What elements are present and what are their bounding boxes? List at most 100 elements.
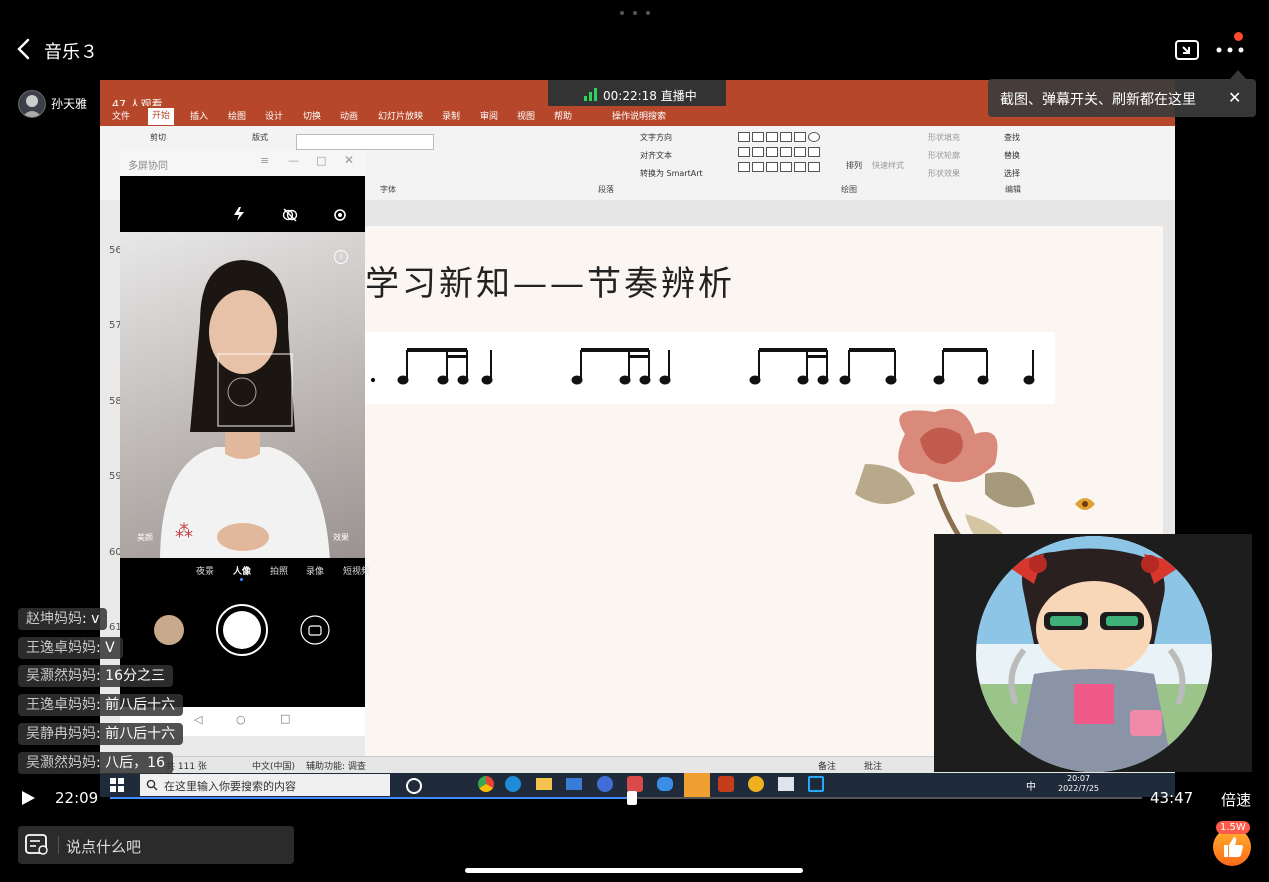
maximize-icon[interactable]: □ bbox=[316, 154, 326, 167]
smartart-button[interactable]: 转换为 SmartArt bbox=[640, 168, 703, 179]
shutter-button[interactable] bbox=[216, 604, 268, 656]
menu-icon[interactable]: ≡ bbox=[260, 154, 269, 167]
shape-fill-button[interactable]: 形状填充 bbox=[928, 132, 960, 143]
chat-text: 八后，16 bbox=[105, 755, 165, 771]
editing-group-label: 编辑 bbox=[1005, 185, 1021, 194]
monitor-app-icon[interactable] bbox=[778, 777, 794, 791]
browser-icon[interactable] bbox=[597, 776, 613, 792]
screen-cast-icon[interactable] bbox=[1174, 38, 1200, 62]
settings-gear-icon[interactable] bbox=[332, 207, 348, 223]
notification-dot bbox=[1234, 32, 1243, 41]
mail-icon[interactable] bbox=[566, 778, 582, 790]
tab-view[interactable]: 视图 bbox=[517, 109, 535, 122]
home-indicator[interactable] bbox=[465, 868, 803, 873]
chat-text: v bbox=[91, 611, 100, 627]
tab-slideshow[interactable]: 幻灯片放映 bbox=[378, 109, 423, 122]
tab-animations[interactable]: 动画 bbox=[340, 109, 358, 122]
multi-screen-icon[interactable] bbox=[808, 776, 824, 792]
cortana-icon[interactable] bbox=[406, 778, 422, 794]
hint-tooltip: 截图、弹幕开关、刷新都在这里 ✕ bbox=[988, 79, 1256, 117]
tab-home[interactable]: 开始 bbox=[148, 108, 175, 125]
chat-message: 王逸卓妈妈: V bbox=[18, 637, 123, 659]
play-icon[interactable] bbox=[20, 790, 36, 806]
mode-video[interactable]: 录像 bbox=[306, 564, 324, 577]
shape-outline-button[interactable]: 形状轮廓 bbox=[928, 150, 960, 161]
divider bbox=[58, 836, 59, 854]
close-icon[interactable]: ✕ bbox=[1228, 88, 1244, 107]
mode-portrait[interactable]: 人像 bbox=[233, 564, 251, 577]
shape-gallery[interactable] bbox=[738, 132, 838, 176]
select-button[interactable]: 选择 bbox=[1004, 168, 1020, 179]
cloud-app-icon[interactable] bbox=[657, 777, 673, 791]
tab-search[interactable]: 操作说明搜索 bbox=[612, 109, 666, 122]
playback-speed-button[interactable]: 倍速 bbox=[1221, 789, 1251, 810]
taskbar-search-box[interactable]: 在这里输入你要搜索的内容 bbox=[140, 774, 390, 796]
more-options-icon[interactable] bbox=[1214, 40, 1246, 60]
tab-help[interactable]: 帮助 bbox=[554, 109, 572, 122]
language-status[interactable]: 中文(中国) bbox=[252, 759, 295, 772]
app-icon[interactable] bbox=[627, 776, 643, 792]
align-text-button[interactable]: 对齐文本 bbox=[640, 150, 672, 161]
taskbar-date: 2022/7/25 bbox=[1058, 784, 1100, 793]
chat-text: V bbox=[105, 640, 115, 656]
tab-draw[interactable]: 绘图 bbox=[228, 109, 246, 122]
danmaku-settings-icon[interactable] bbox=[25, 834, 49, 856]
replace-button[interactable]: 替换 bbox=[1004, 150, 1020, 161]
tab-insert[interactable]: 插入 bbox=[190, 109, 208, 122]
tab-design[interactable]: 设计 bbox=[265, 109, 283, 122]
mode-night[interactable]: 夜景 bbox=[196, 564, 214, 577]
phone-window-titlebar[interactable]: 多屏协同 ≡ — □ ✕ bbox=[120, 150, 365, 176]
progress-handle[interactable] bbox=[627, 791, 638, 805]
shape-effects-button[interactable]: 形状效果 bbox=[928, 168, 960, 179]
switch-camera-icon[interactable] bbox=[300, 615, 330, 645]
cut-button[interactable]: 剪切 bbox=[150, 132, 166, 143]
text-direction-button[interactable]: 文字方向 bbox=[640, 132, 672, 143]
person-portrait-graphic: ⁂ bbox=[160, 260, 330, 558]
tab-transitions[interactable]: 切换 bbox=[303, 109, 321, 122]
chat-app-icon[interactable] bbox=[748, 776, 764, 792]
layout-button[interactable]: 版式 bbox=[252, 132, 268, 143]
mode-photo[interactable]: 拍照 bbox=[270, 564, 288, 577]
back-arrow-icon[interactable] bbox=[14, 38, 34, 60]
info-icon[interactable]: i bbox=[334, 250, 348, 264]
comment-input[interactable]: 说点什么吧 bbox=[18, 826, 294, 864]
filter-off-icon[interactable] bbox=[282, 207, 298, 223]
notes-button[interactable]: 备注 bbox=[818, 759, 836, 772]
chat-author: 王逸卓妈妈 bbox=[26, 640, 96, 656]
windows-start-icon[interactable] bbox=[110, 778, 124, 792]
mode-indicator bbox=[240, 578, 243, 581]
accessibility-status[interactable]: 辅助功能: 调查 bbox=[306, 759, 366, 772]
chrome-icon[interactable] bbox=[478, 776, 494, 792]
tab-record[interactable]: 录制 bbox=[442, 109, 460, 122]
tab-file[interactable]: 文件 bbox=[112, 109, 130, 122]
arrange-button[interactable]: 排列 bbox=[846, 160, 862, 171]
beauty-button[interactable]: 美颜 bbox=[137, 532, 153, 543]
nav-recent-icon[interactable]: □ bbox=[280, 712, 290, 725]
guest-video-tile[interactable] bbox=[934, 534, 1252, 772]
flash-icon[interactable] bbox=[232, 206, 248, 222]
comments-button[interactable]: 批注 bbox=[864, 759, 882, 772]
taskbar-clock[interactable]: 20:07 2022/7/25 bbox=[1058, 774, 1099, 794]
progress-bar[interactable] bbox=[110, 791, 1142, 805]
nav-back-icon[interactable]: ◁ bbox=[194, 713, 202, 726]
effect-button[interactable]: 效果 bbox=[333, 532, 349, 543]
nav-home-icon[interactable]: ○ bbox=[236, 713, 246, 726]
powerpoint-icon[interactable] bbox=[718, 776, 734, 792]
ime-indicator[interactable]: 中 bbox=[1026, 778, 1036, 793]
host-avatar[interactable] bbox=[18, 90, 46, 118]
font-name-select[interactable] bbox=[296, 134, 434, 150]
phone-collaboration-window[interactable]: 多屏协同 ≡ — □ ✕ ⁂ i 美颜 效果 夜景 人像 拍照 录像 短视频 ◁… bbox=[120, 150, 370, 736]
edge-icon[interactable] bbox=[505, 776, 521, 792]
quick-styles-button[interactable]: 快速样式 bbox=[872, 160, 904, 171]
gallery-thumbnail[interactable] bbox=[154, 615, 184, 645]
camera-mode-selector: 夜景 人像 拍照 录像 短视频 bbox=[120, 564, 370, 581]
chat-author: 吴灏然妈妈 bbox=[26, 668, 96, 684]
mode-short-video[interactable]: 短视频 bbox=[343, 564, 370, 577]
active-app-icon[interactable] bbox=[684, 773, 710, 797]
camera-preview[interactable]: ⁂ i 美颜 效果 bbox=[120, 232, 365, 558]
tab-review[interactable]: 审阅 bbox=[480, 109, 498, 122]
close-icon[interactable]: ✕ bbox=[344, 153, 354, 167]
file-explorer-icon[interactable] bbox=[536, 778, 552, 790]
find-button[interactable]: 查找 bbox=[1004, 132, 1020, 143]
minimize-icon[interactable]: — bbox=[288, 154, 299, 167]
